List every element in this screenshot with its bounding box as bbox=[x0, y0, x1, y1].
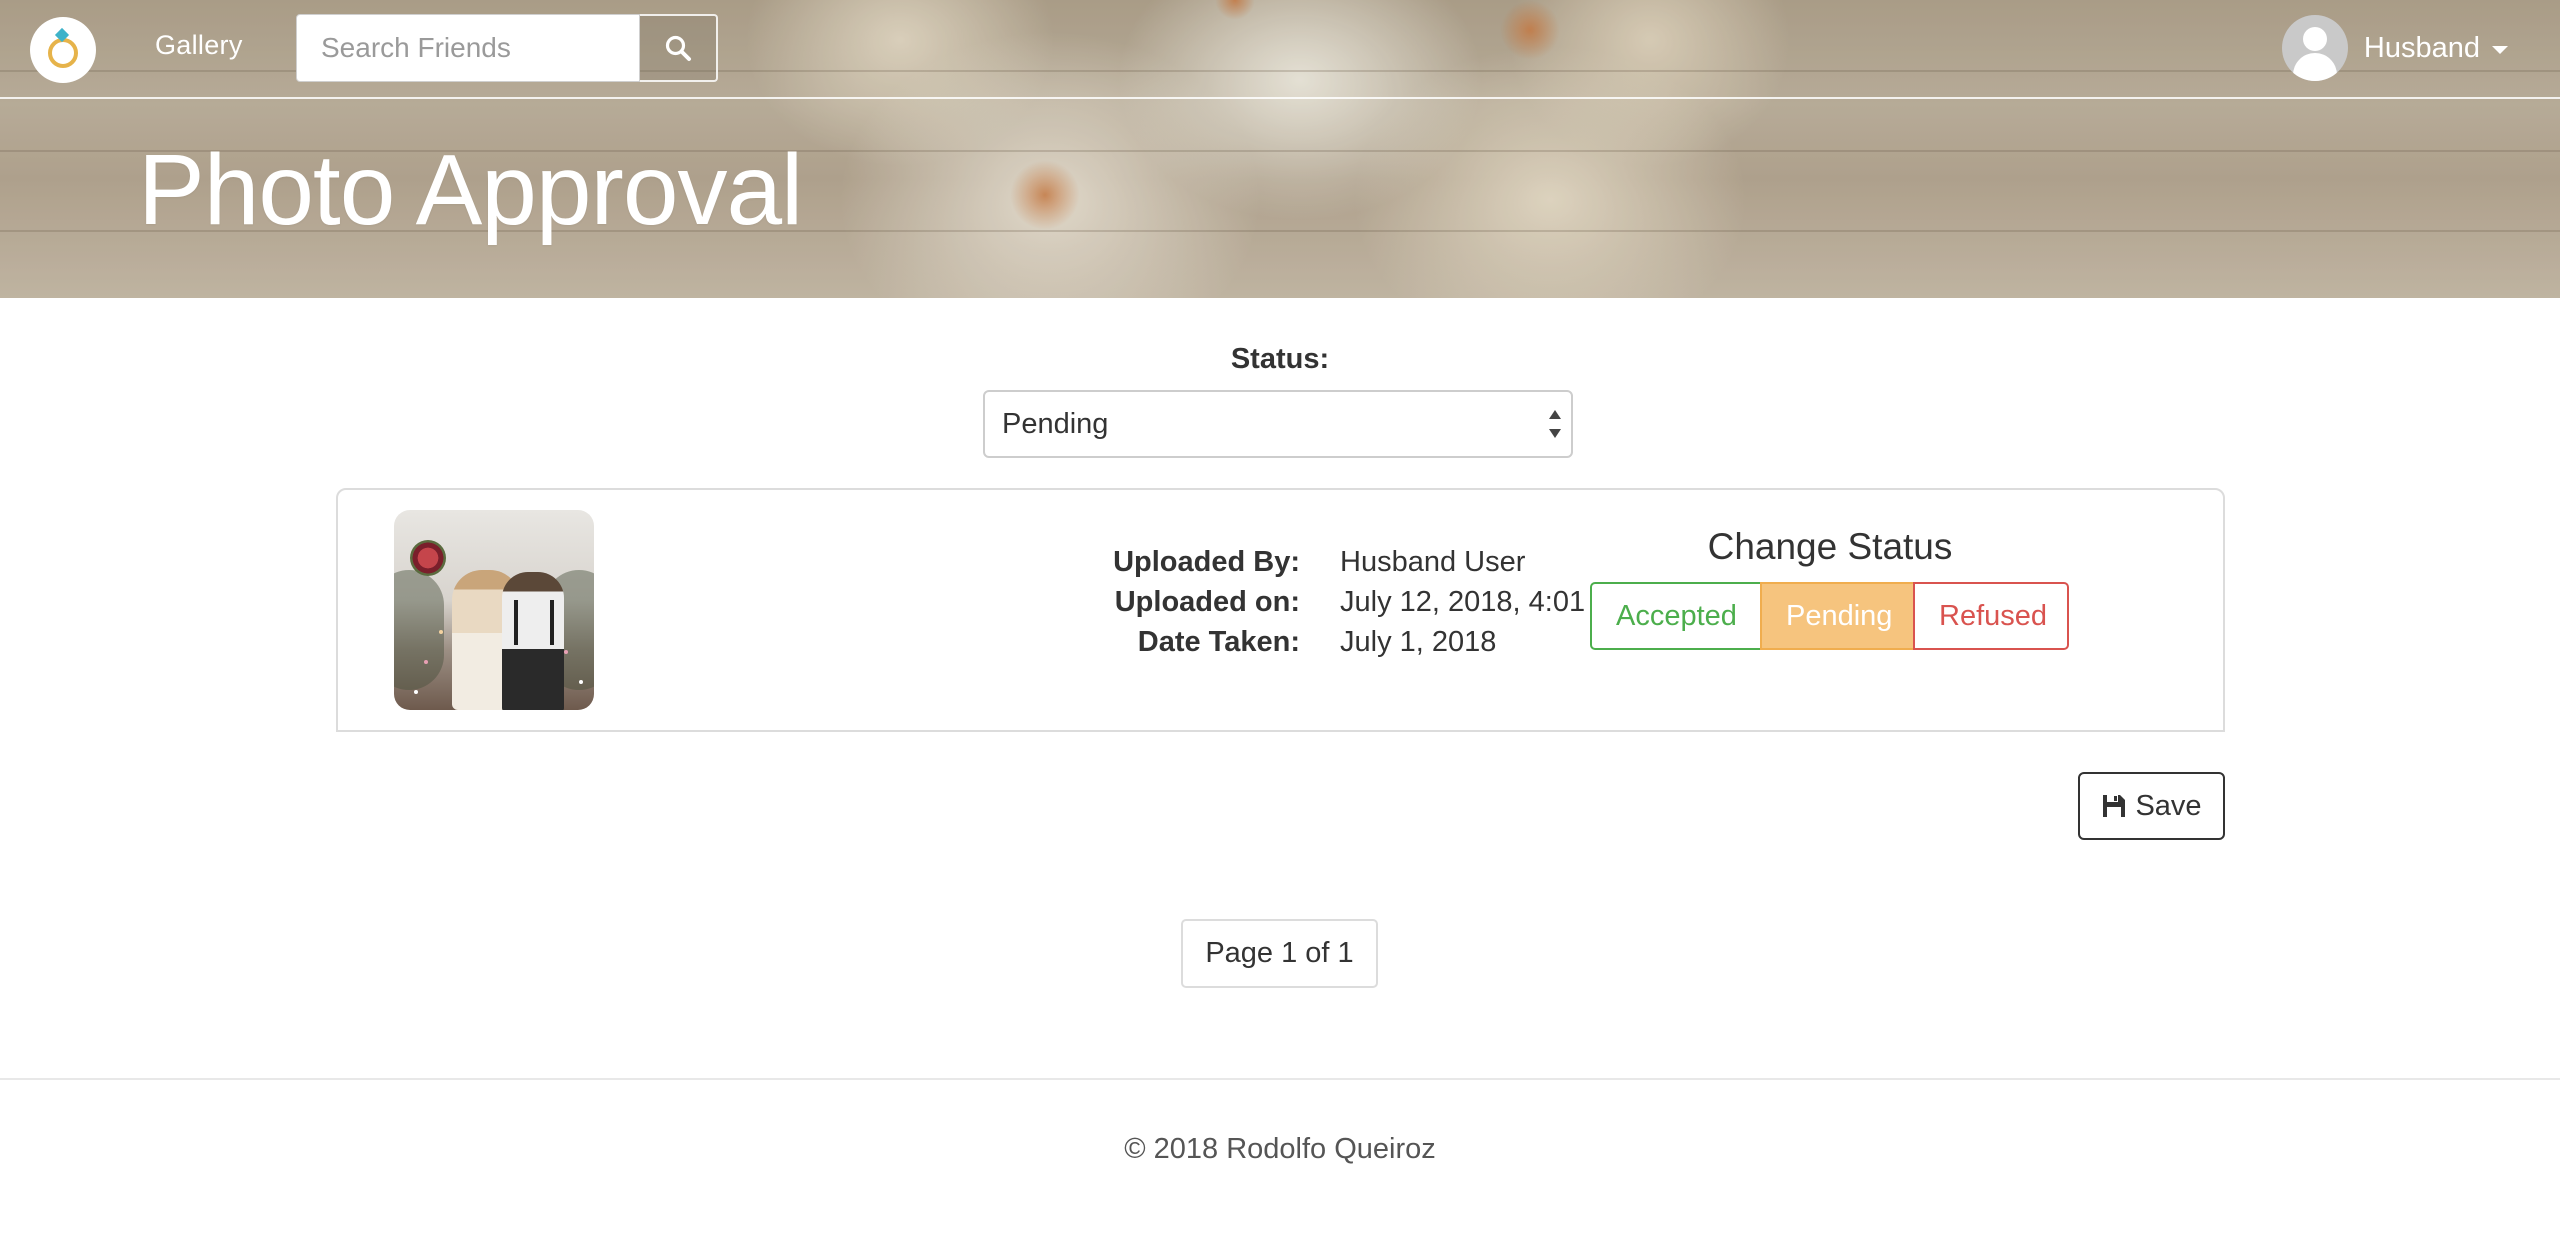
date-taken-label: Date Taken: bbox=[1137, 625, 1300, 658]
search-friends-input[interactable] bbox=[296, 14, 640, 82]
uploaded-on-row: Uploaded on: July 12, 2018, 4:01 p.m. bbox=[858, 582, 1650, 622]
search-button[interactable] bbox=[640, 14, 718, 82]
user-name: Husband bbox=[2363, 31, 2480, 64]
accepted-button[interactable]: Accepted bbox=[1590, 582, 1762, 650]
status-filter: Pending bbox=[983, 390, 1573, 458]
avatar bbox=[2281, 15, 2348, 81]
status-filter-label: Status: bbox=[1230, 343, 1330, 375]
status-select[interactable]: Pending bbox=[983, 390, 1573, 458]
refused-button[interactable]: Refused bbox=[1913, 582, 2069, 650]
date-taken-row: Date Taken: July 1, 2018 bbox=[858, 622, 1650, 662]
uploaded-on-label: Uploaded on: bbox=[1114, 585, 1300, 618]
uploaded-by-label: Uploaded By: bbox=[1113, 545, 1300, 578]
caret-down-icon bbox=[2492, 46, 2508, 54]
change-status: Change Status Accepted Pending Refused bbox=[1590, 526, 2070, 650]
page-title: Photo Approval bbox=[138, 134, 803, 246]
hero-banner: Gallery Husband Photo Approval bbox=[0, 0, 2560, 298]
photo-card: Uploaded By: Husband User Uploaded on: J… bbox=[336, 488, 2225, 732]
pagination-text: Page 1 of 1 bbox=[1205, 937, 1354, 969]
pending-button[interactable]: Pending bbox=[1760, 582, 1915, 650]
uploaded-by-value: Husband User bbox=[1340, 545, 1526, 578]
footer-copyright: © 2018 Rodolfo Queiroz bbox=[1124, 1133, 1436, 1165]
change-status-title: Change Status bbox=[1707, 526, 1953, 567]
brand-logo[interactable] bbox=[30, 17, 96, 83]
navbar: Gallery Husband bbox=[0, 0, 2560, 99]
ring-icon bbox=[48, 38, 78, 68]
pagination: Page 1 of 1 bbox=[1181, 919, 1378, 988]
nav-gallery-link[interactable]: Gallery bbox=[155, 30, 243, 61]
save-button[interactable]: Save bbox=[2078, 772, 2225, 840]
date-taken-value: July 1, 2018 bbox=[1340, 625, 1497, 658]
user-menu-dropdown[interactable]: Husband bbox=[2281, 15, 2508, 81]
status-button-group: Accepted Pending Refused bbox=[1590, 582, 2070, 650]
search-icon bbox=[665, 35, 691, 61]
photo-info: Uploaded By: Husband User Uploaded on: J… bbox=[858, 542, 1650, 662]
floppy-disk-icon bbox=[2103, 795, 2126, 817]
search-form bbox=[296, 14, 718, 82]
footer-divider bbox=[0, 1078, 2560, 1080]
photo-thumbnail[interactable] bbox=[394, 510, 594, 710]
save-button-label: Save bbox=[2135, 789, 2202, 822]
uploaded-by-row: Uploaded By: Husband User bbox=[858, 542, 1650, 582]
